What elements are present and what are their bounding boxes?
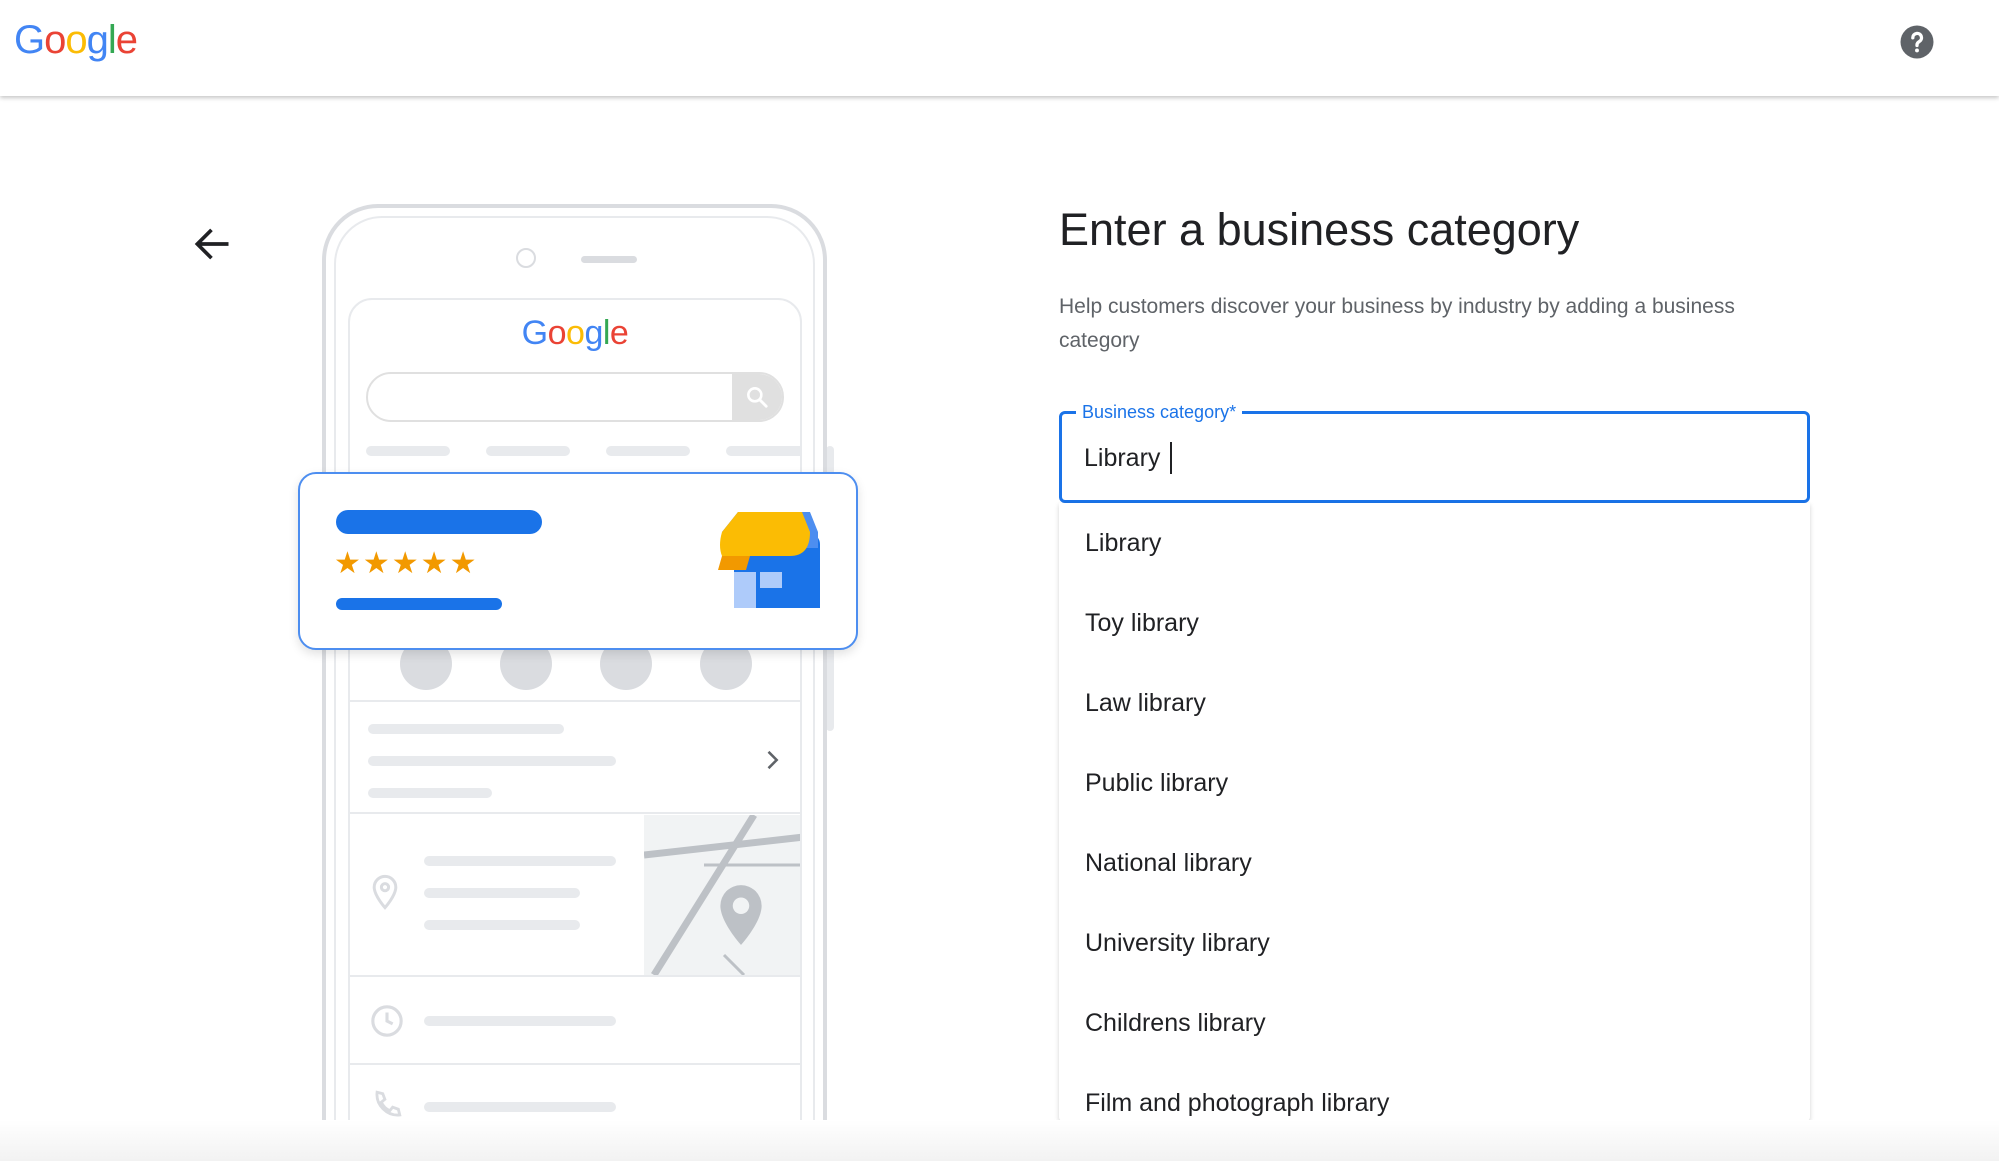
- suggestion-item[interactable]: National library: [1059, 823, 1810, 903]
- logo-letter: o: [547, 314, 567, 352]
- screen-divider: [350, 700, 800, 702]
- business-card-illustration: ★★★★★: [298, 472, 858, 650]
- phone-google-logo: Google: [350, 314, 800, 353]
- help-circle-icon[interactable]: [1899, 24, 1935, 60]
- phone-speaker: [581, 256, 637, 263]
- map-thumbnail: [644, 815, 800, 975]
- screen-divider: [350, 975, 800, 977]
- suggestion-item[interactable]: Toy library: [1059, 583, 1810, 663]
- placeholder-line: [726, 446, 800, 456]
- phone-search-button: [732, 374, 782, 420]
- business-name-bar: [336, 510, 542, 534]
- suggestion-item[interactable]: Film and photograph library: [1059, 1063, 1810, 1121]
- logo-letter: o: [566, 314, 585, 352]
- logo-letter: g: [584, 314, 603, 352]
- category-suggestions-list[interactable]: Library Toy library Law library Public l…: [1059, 503, 1810, 1121]
- suggestion-item[interactable]: University library: [1059, 903, 1810, 983]
- suggestion-item[interactable]: Public library: [1059, 743, 1810, 823]
- phone-icon: [375, 1090, 402, 1117]
- page-title: Enter a business category: [1059, 204, 1580, 255]
- business-category-field[interactable]: Business category*: [1059, 400, 1810, 503]
- logo-letter: G: [14, 18, 45, 62]
- business-detail-bar: [336, 598, 502, 610]
- placeholder-line: [368, 756, 616, 766]
- logo-letter: l: [107, 18, 117, 62]
- logo-letter: G: [521, 314, 548, 352]
- placeholder-line: [486, 446, 570, 456]
- placeholder-line: [368, 724, 564, 734]
- screen-divider: [350, 1063, 800, 1065]
- phone-camera: [516, 248, 536, 268]
- search-icon: [747, 387, 768, 408]
- logo-letter: o: [65, 18, 87, 62]
- chevron-right-icon: [767, 750, 779, 770]
- logo-letter: g: [86, 18, 109, 62]
- clock-icon: [371, 1005, 403, 1037]
- rating-stars: ★★★★★: [334, 546, 479, 581]
- logo-letter: e: [115, 18, 138, 62]
- logo-letter: e: [609, 314, 629, 352]
- placeholder-line: [424, 1016, 616, 1026]
- storefront-icon: [718, 512, 820, 608]
- bottom-fade: [0, 1120, 1999, 1161]
- google-logo[interactable]: Google: [14, 18, 138, 63]
- phone-illustration: Google ★★★★★: [290, 200, 870, 1161]
- suggestion-item[interactable]: Law library: [1059, 663, 1810, 743]
- phone-search-bar: [366, 372, 784, 422]
- placeholder-line: [424, 856, 616, 866]
- logo-letter: l: [602, 314, 611, 352]
- placeholder-line: [424, 920, 580, 930]
- text-caret: [1170, 442, 1172, 474]
- suggestion-item[interactable]: Library: [1059, 503, 1810, 583]
- map-pin-icon: [720, 885, 762, 945]
- placeholder-line: [424, 1102, 616, 1112]
- suggestion-item[interactable]: Childrens library: [1059, 983, 1810, 1063]
- top-bar: Google: [0, 0, 1999, 96]
- logo-letter: o: [44, 18, 66, 62]
- placeholder-line: [606, 446, 690, 456]
- placeholder-line: [366, 446, 450, 456]
- placeholder-line: [368, 788, 492, 798]
- location-pin-icon: [372, 874, 398, 910]
- page-description: Help customers discover your business by…: [1059, 295, 1735, 352]
- placeholder-line: [424, 888, 580, 898]
- arrow-back-icon[interactable]: [190, 222, 234, 266]
- phone-screen: Google: [348, 298, 802, 1161]
- business-category-label: Business category*: [1076, 400, 1243, 424]
- screen-divider: [350, 812, 800, 814]
- business-category-input[interactable]: [1084, 438, 1784, 478]
